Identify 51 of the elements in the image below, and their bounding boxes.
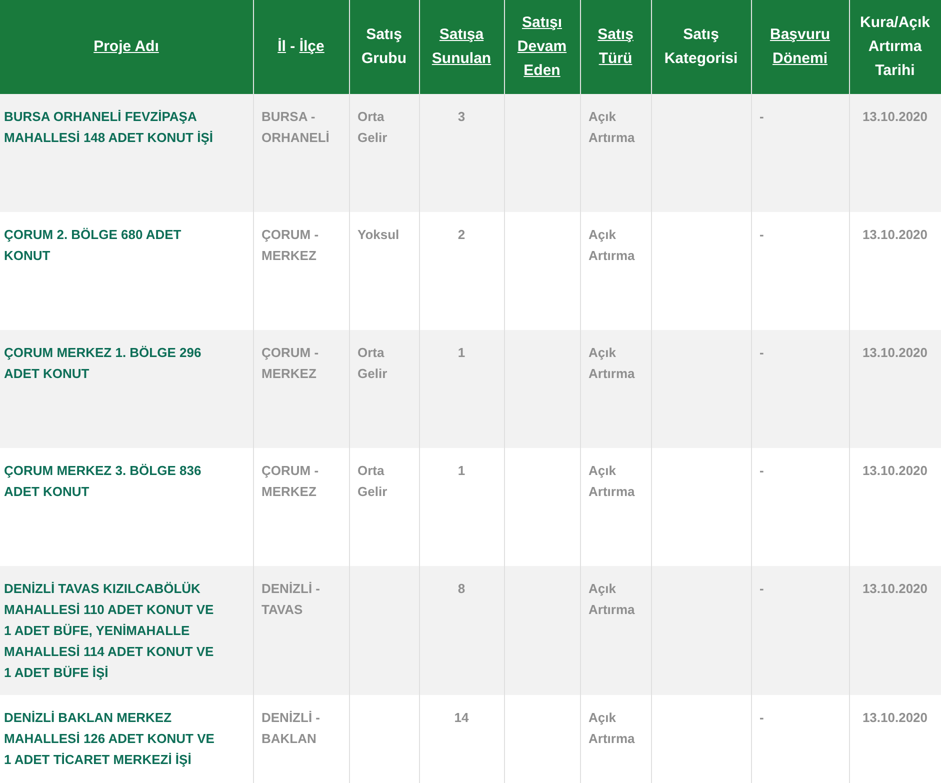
table-cell: Orta Gelir [358,463,388,499]
table-cell: 1 [458,463,466,478]
sort-link[interactable]: Satış Türü [584,23,646,71]
table-cell: 13.10.2020 [862,710,928,725]
sort-link[interactable]: Proje Adı [94,35,159,59]
sort-link[interactable]: İl [278,35,286,59]
project-link[interactable]: BURSA ORHANELİ FEVZİPAŞA MAHALLESİ 148 ADET KONUT İŞİ [4,106,224,148]
sort-link[interactable]: İlçe [299,35,324,59]
column-header: Satış Grubu [362,26,406,67]
sort-link[interactable]: Satışı Devam Eden [508,11,576,83]
table-cell: - [760,109,764,124]
table-cell: Açık Artırma [588,227,635,263]
table-cell: - [760,710,764,725]
table-cell: Açık Artırma [588,463,635,499]
table-cell: - [760,581,764,596]
project-link[interactable]: ÇORUM 2. BÖLGE 680 ADET KONUT [4,224,224,266]
table-cell: DENİZLİ - BAKLAN [262,710,320,746]
project-link[interactable]: DENİZLİ TAVAS KIZILCABÖLÜK MAHALLESİ 110 ADET KONUT VE 1 ADET BÜFE, YENİMAHALLE MAHALLESİ 114 ADET KONUT VE 1 ADET BÜFE İŞİ [4,578,224,683]
table-cell: 13.10.2020 [862,227,928,242]
table-cell: 13.10.2020 [862,463,928,478]
table-cell: - [760,463,764,478]
table-cell: 14 [454,710,469,725]
table-cell: ÇORUM - MERKEZ [262,345,319,381]
table-cell: 3 [458,109,466,124]
table-cell: Yoksul [358,227,400,242]
table-cell: Açık Artırma [588,345,635,381]
column-header: - [290,38,296,55]
sort-link[interactable]: Satışa Sunulan [424,23,500,71]
table-cell: Açık Artırma [588,581,635,617]
table-cell: 8 [458,581,466,596]
table-cell: 1 [458,345,466,360]
table-cell: DENİZLİ - TAVAS [262,581,320,617]
table-cell: ÇORUM - MERKEZ [262,463,319,499]
table-cell: Açık Artırma [588,109,635,145]
table-cell: - [760,345,764,360]
project-link[interactable]: ÇORUM MERKEZ 1. BÖLGE 296 ADET KONUT [4,342,224,384]
project-link[interactable]: ÇORUM MERKEZ 3. BÖLGE 836 ADET KONUT [4,460,224,502]
table-cell: Orta Gelir [358,109,388,145]
table-cell: ÇORUM - MERKEZ [262,227,319,263]
table-cell: Açık Artırma [588,710,635,746]
sort-link[interactable]: Başvuru Dönemi [756,23,844,71]
table-cell: 2 [458,227,466,242]
table-cell: 13.10.2020 [862,345,928,360]
column-header: Kura/Açık Artırma Tarihi [860,14,930,79]
project-link[interactable]: DENİZLİ BAKLAN MERKEZ MAHALLESİ 126 ADET KONUT VE 1 ADET TİCARET MERKEZİ İŞİ [4,707,224,770]
table-cell: - [760,227,764,242]
table-cell: BURSA - ORHANELİ [262,109,330,145]
table-cell: 13.10.2020 [862,109,928,124]
table-cell: Orta Gelir [358,345,388,381]
table-cell: 13.10.2020 [862,581,928,596]
column-header: Satış Kategorisi [664,26,738,67]
